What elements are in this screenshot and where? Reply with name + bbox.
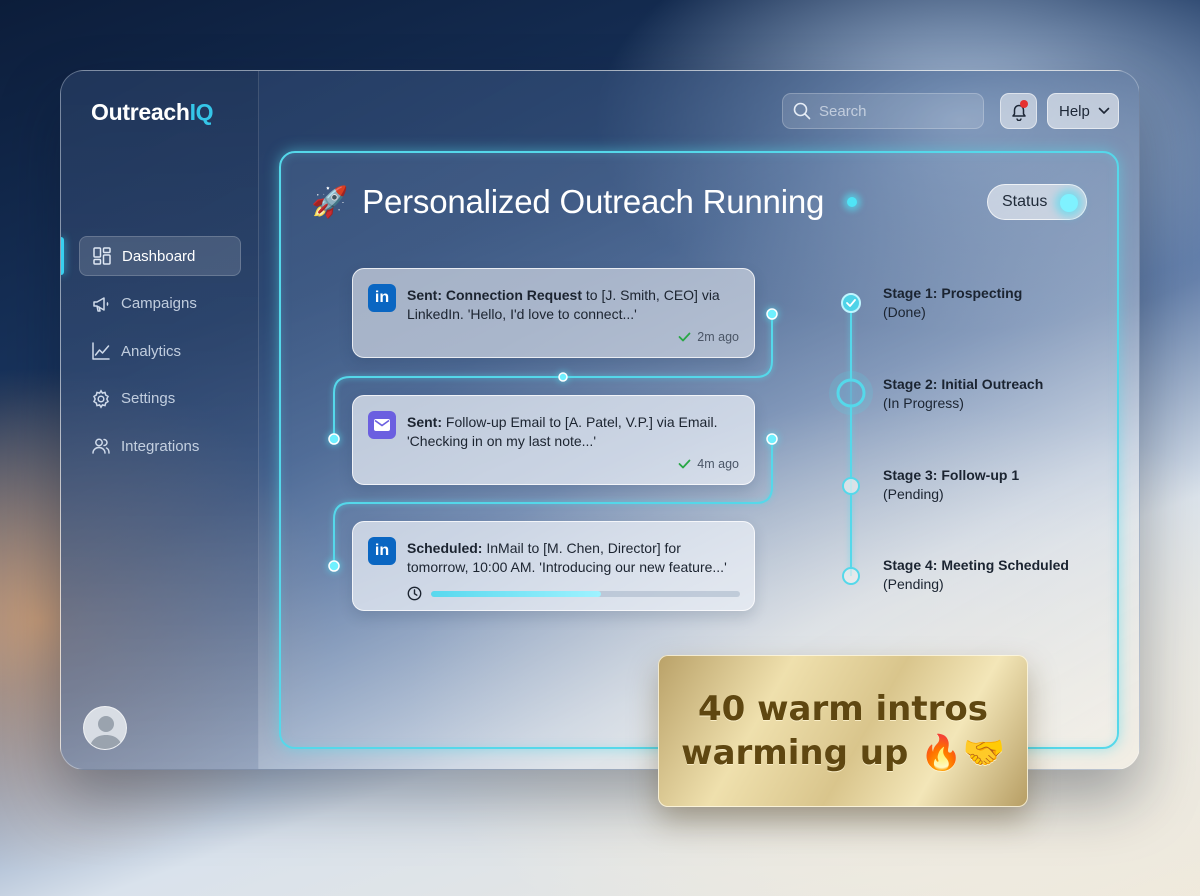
sidebar: OutreachIQ Dashboard Campaigns Analytics: [61, 71, 259, 769]
activity-text: Scheduled: InMail to [M. Chen, Director]…: [407, 539, 743, 577]
sidebar-nav: Dashboard Campaigns Analytics Settings I…: [79, 236, 241, 474]
active-indicator: [61, 237, 64, 275]
notification-dot: [1020, 100, 1028, 108]
help-label: Help: [1059, 102, 1090, 120]
stage-item: Stage 4: Meeting Scheduled (Pending): [883, 556, 1069, 594]
stage-4-marker: [842, 567, 860, 585]
check-icon: [846, 299, 856, 307]
check-icon: [678, 332, 691, 342]
sidebar-item-label: Integrations: [121, 437, 200, 455]
activity-time-text: 2m ago: [697, 330, 739, 344]
panel-title-text: Personalized Outreach Running: [362, 183, 825, 220]
stage-item: Stage 2: Initial Outreach (In Progress): [883, 375, 1043, 413]
status-toggle[interactable]: Status: [987, 184, 1087, 220]
sidebar-item-campaigns[interactable]: Campaigns: [79, 284, 241, 324]
search-input[interactable]: [819, 102, 969, 120]
schedule-progress: [407, 586, 740, 601]
activity-time: 4m ago: [678, 457, 739, 471]
connector-node: [766, 308, 778, 320]
promo-text: 40 warm intros warming up 🔥🤝: [681, 687, 1005, 775]
activity-text: Sent: Follow-up Email to [A. Patel, V.P.…: [407, 413, 743, 451]
connector-node: [766, 433, 778, 445]
activity-time-text: 4m ago: [697, 457, 739, 471]
live-indicator: [847, 197, 857, 207]
progress-track: [431, 590, 740, 597]
sidebar-item-label: Analytics: [121, 342, 182, 360]
notifications-button[interactable]: [1000, 93, 1037, 129]
sidebar-item-integrations[interactable]: Integrations: [79, 426, 241, 466]
status-label: Status: [1002, 193, 1048, 210]
search-icon: [793, 102, 811, 120]
stage-name: Stage 3: Follow-up 1: [883, 467, 1020, 483]
connector-node: [328, 433, 340, 445]
help-menu-button[interactable]: Help: [1047, 93, 1119, 129]
stage-markers: [829, 293, 873, 585]
activity-action: Sent:: [407, 414, 442, 430]
stage-2-glow: [829, 371, 873, 415]
search-box[interactable]: [782, 93, 984, 129]
sidebar-item-label: Dashboard: [122, 247, 196, 265]
activity-time: 2m ago: [678, 330, 739, 344]
stage-item: Stage 1: Prospecting (Done): [883, 284, 1022, 322]
linkedin-icon: in: [368, 284, 396, 312]
connector-node: [328, 560, 340, 572]
activity-text: Sent: Connection Request to [J. Smith, C…: [407, 286, 743, 324]
chart-line-icon: [91, 341, 111, 361]
progress-fill: [431, 590, 601, 597]
stage-name: Stage 4: Meeting Scheduled: [883, 557, 1069, 573]
sidebar-item-dashboard[interactable]: Dashboard: [79, 236, 241, 276]
activity-card[interactable]: in Sent: Connection Request to [J. Smith…: [352, 268, 755, 358]
activity-detail: Follow-up Email to [A. Patel, V.P.] via …: [407, 414, 718, 449]
stage-1-marker: [841, 293, 861, 313]
stage-2-marker: [836, 378, 866, 408]
sidebar-item-label: Campaigns: [121, 295, 197, 313]
email-icon: [368, 411, 396, 439]
activity-card[interactable]: in Scheduled: InMail to [M. Chen, Direct…: [352, 521, 755, 611]
logo-text: Outreach: [91, 99, 190, 125]
check-icon: [678, 459, 691, 469]
dashboard-icon: [92, 246, 112, 266]
activity-action: Sent: Connection Request: [407, 287, 583, 303]
promo-line: warming up 🔥🤝: [681, 733, 1005, 773]
promo-plaque: 40 warm intros warming up 🔥🤝: [658, 655, 1028, 807]
stage-name: Stage 2: Initial Outreach: [883, 376, 1044, 392]
app-logo[interactable]: OutreachIQ: [91, 99, 214, 126]
stage-status: (Pending): [883, 486, 944, 502]
stage-name: Stage 1: Prospecting: [883, 285, 1023, 301]
linkedin-icon: in: [368, 537, 396, 565]
rocket-icon: 🚀: [311, 185, 349, 219]
megaphone-icon: [91, 294, 111, 314]
stage-status: (In Progress): [883, 395, 964, 411]
users-icon: [91, 436, 111, 456]
stage-status: (Done): [883, 304, 926, 320]
stage-3-marker: [842, 477, 860, 495]
logo-accent: IQ: [189, 99, 214, 125]
stage-item: Stage 3: Follow-up 1 (Pending): [883, 466, 1019, 504]
sidebar-item-settings[interactable]: Settings: [79, 379, 241, 419]
gear-icon: [91, 389, 111, 409]
activity-card[interactable]: Sent: Follow-up Email to [A. Patel, V.P.…: [352, 395, 755, 485]
connector-node: [558, 372, 568, 382]
activity-action: Scheduled:: [407, 540, 483, 556]
promo-line: 40 warm intros: [697, 689, 988, 729]
user-icon: [90, 716, 122, 749]
sidebar-item-label: Settings: [121, 390, 176, 408]
panel-title: 🚀 Personalized Outreach Running: [311, 183, 824, 221]
stage-status: (Pending): [883, 576, 944, 592]
chevron-down-icon: [1098, 107, 1110, 115]
user-avatar[interactable]: [83, 706, 127, 750]
clock-icon: [407, 586, 422, 601]
sidebar-item-analytics[interactable]: Analytics: [79, 331, 241, 371]
status-led: [1060, 194, 1078, 212]
